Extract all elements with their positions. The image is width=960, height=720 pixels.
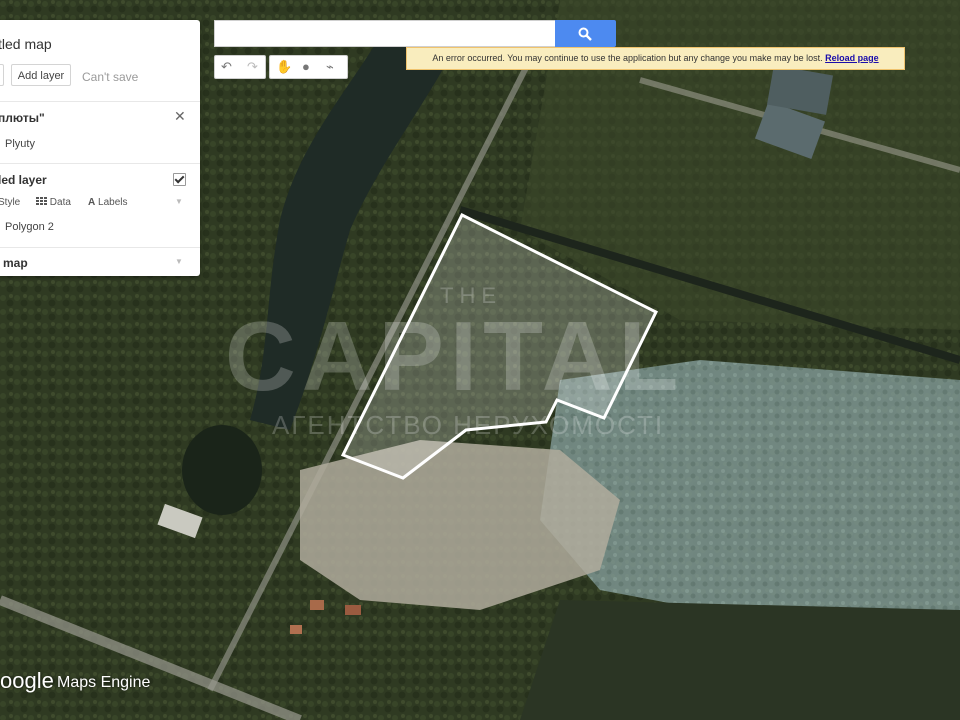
close-icon[interactable]: ✕ xyxy=(174,108,186,125)
map-panel: tled map Add layer Can't save плюты" ✕ P… xyxy=(0,20,200,276)
search-icon xyxy=(578,27,592,41)
chevron-down-icon[interactable]: ▼ xyxy=(175,257,183,266)
layer-title-untitled[interactable]: led layer xyxy=(0,173,47,187)
divider xyxy=(0,101,200,102)
error-banner: An error occurred. You may continue to u… xyxy=(406,47,905,70)
data-link-label: Data xyxy=(49,197,71,208)
hand-icon[interactable]: ✋ xyxy=(276,59,292,75)
draw-line-icon[interactable]: ⌁ xyxy=(326,59,334,75)
labels-link-label: Labels xyxy=(98,197,128,208)
base-map-title[interactable]: map xyxy=(3,256,28,270)
maps-engine-logo: Maps Engine xyxy=(57,674,151,691)
watermark-agency: АГЕНТСТВО НЕРУХОМОСТІ xyxy=(272,410,665,440)
chevron-down-icon[interactable]: ▼ xyxy=(175,197,183,206)
style-link[interactable]: Style xyxy=(0,197,20,208)
map-title[interactable]: tled map xyxy=(0,36,52,52)
divider xyxy=(0,163,200,164)
undo-redo-group: ↶ ↷ xyxy=(214,55,266,79)
undo-icon[interactable]: ↶ xyxy=(221,59,232,75)
table-icon xyxy=(36,197,47,206)
marker-icon[interactable]: ● xyxy=(302,59,310,74)
labels-link[interactable]: A Labels xyxy=(88,197,127,208)
divider xyxy=(0,247,200,248)
search-input[interactable] xyxy=(214,20,556,47)
reload-page-link[interactable]: Reload page xyxy=(825,53,879,63)
google-logo: oogle xyxy=(0,668,54,693)
add-layer-button[interactable]: Add layer xyxy=(11,64,71,86)
watermark-capital: CAPITAL xyxy=(225,301,685,411)
save-status: Can't save xyxy=(82,70,139,84)
error-message: An error occurred. You may continue to u… xyxy=(432,53,823,63)
layer-visibility-checkbox[interactable] xyxy=(173,173,186,186)
layer-title-plyuty[interactable]: плюты" xyxy=(0,111,45,125)
labels-icon: A xyxy=(88,197,96,208)
add-content-button[interactable] xyxy=(0,64,4,86)
layer-item-polygon-2[interactable]: Polygon 2 xyxy=(5,221,54,233)
redo-icon[interactable]: ↷ xyxy=(247,59,258,75)
data-link[interactable]: Data xyxy=(36,197,71,208)
layer-item-plyuty[interactable]: Plyuty xyxy=(5,138,35,150)
draw-tools-group: ✋ ● ⌁ xyxy=(269,55,348,79)
search-button[interactable] xyxy=(555,20,616,47)
